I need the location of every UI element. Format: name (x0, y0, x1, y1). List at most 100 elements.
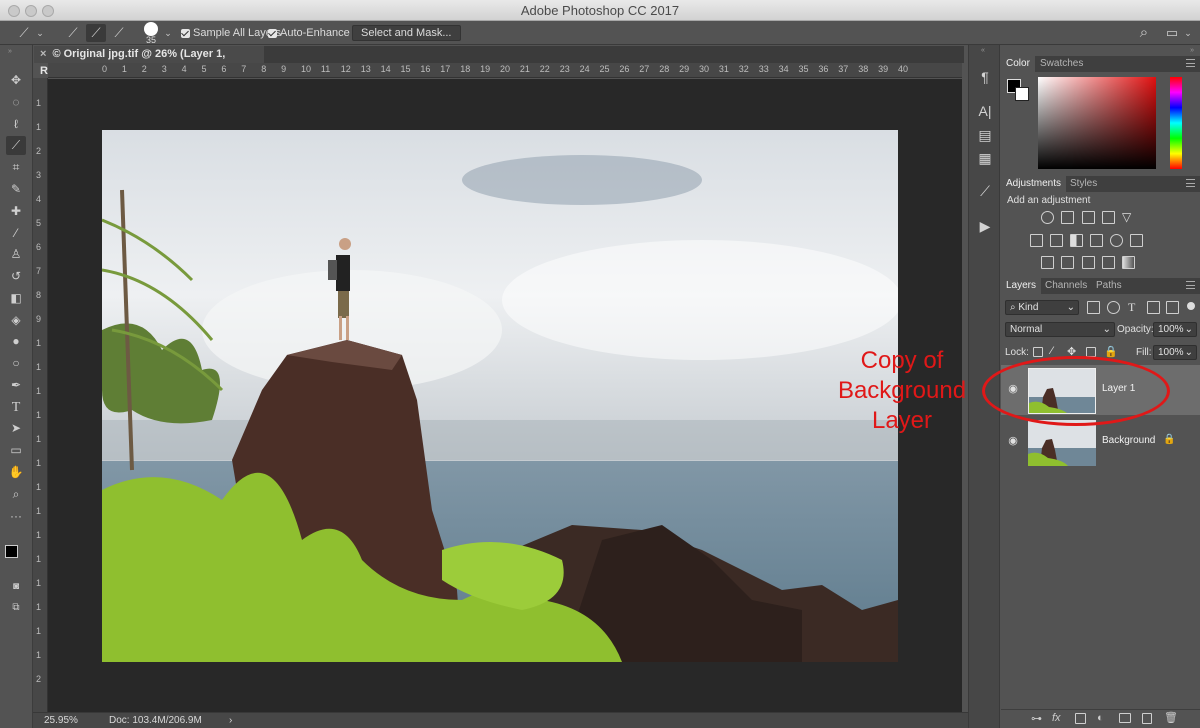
new-adjustment-icon[interactable]: ◐ (1097, 712, 1104, 724)
selective-color-icon[interactable] (1102, 256, 1115, 269)
collapse-panels-icon[interactable]: » (1190, 47, 1194, 54)
move-icon[interactable]: ✥ (6, 71, 26, 90)
paragraph-icon[interactable]: ¶ (975, 67, 995, 87)
lock-all-icon[interactable]: 🔒 (1104, 345, 1118, 358)
channel-mixer-icon[interactable] (1110, 234, 1123, 247)
glyphs-icon[interactable]: ▤ (975, 125, 995, 145)
posterize-icon[interactable] (1061, 256, 1074, 269)
expand-icon[interactable]: « (981, 47, 985, 54)
actions-play-icon[interactable]: ▶ (975, 216, 995, 236)
gradient-map-icon[interactable] (1122, 256, 1135, 269)
bg-color-chip[interactable] (1015, 87, 1029, 101)
chevron-down-icon[interactable]: ⌄ (30, 24, 50, 42)
brightness-adjust-icon[interactable] (1041, 211, 1054, 224)
blur-icon[interactable]: ● (6, 332, 26, 351)
photo-filter-icon[interactable] (1090, 234, 1103, 247)
crop-icon[interactable]: ⌗ (6, 158, 26, 177)
blend-mode-select[interactable]: Normal ⌄ (1005, 322, 1115, 337)
eraser-icon[interactable]: ◧ (6, 289, 26, 308)
filter-shape-icon[interactable] (1147, 301, 1160, 314)
color-lookup-icon[interactable] (1130, 234, 1143, 247)
filter-type-icon[interactable]: T (1128, 300, 1135, 315)
eye-icon[interactable]: ◉ (1007, 435, 1019, 447)
layer-kind-filter[interactable]: ⌕ Kind ⌄ (1005, 300, 1079, 315)
document-tab[interactable]: ×© Original jpg.tif @ 26% (Layer 1, RGB/… (34, 46, 264, 77)
zoom-level[interactable]: 25.95% (44, 715, 78, 726)
invert-icon[interactable] (1041, 256, 1054, 269)
tab-channels[interactable]: Channels (1040, 278, 1092, 294)
search-icon[interactable]: ⌕ (1134, 24, 1154, 42)
foreground-color-swatch[interactable] (5, 545, 18, 558)
ruler-tick-label: 1 (36, 602, 42, 612)
quick-select-icon[interactable]: ⟋ (6, 136, 26, 155)
opacity-field[interactable]: 100% ⌄ (1153, 322, 1197, 337)
fill-field[interactable]: 100% ⌄ (1153, 345, 1197, 360)
history-brush-icon[interactable]: ↺ (6, 267, 26, 286)
stamp-icon[interactable]: ♙ (6, 245, 26, 264)
filter-smart-object-icon[interactable] (1166, 301, 1179, 314)
vibrance-adjust-icon[interactable]: ▽ (1122, 211, 1135, 224)
brush-settings-icon[interactable]: ⟋ (975, 181, 995, 201)
select-and-mask-button[interactable]: Select and Mask... (352, 25, 461, 41)
type-icon[interactable]: T (6, 398, 26, 417)
brush-picker-chevron-icon[interactable]: ⌄ (158, 24, 178, 42)
threshold-icon[interactable] (1082, 256, 1095, 269)
tab-adjustments[interactable]: Adjustments (1001, 176, 1067, 192)
character-icon[interactable]: A| (975, 101, 995, 121)
hue-saturation-icon[interactable] (1030, 234, 1043, 247)
lock-transparent-icon[interactable] (1033, 347, 1043, 357)
tab-layers[interactable]: Layers (1001, 278, 1042, 294)
levels-adjust-icon[interactable] (1061, 211, 1074, 224)
screen-mode-icon[interactable]: ⧉ (6, 598, 26, 617)
more-icon[interactable]: ··· (6, 507, 26, 526)
dodge-icon[interactable]: ○ (6, 354, 26, 373)
hue-slider[interactable] (1170, 77, 1182, 169)
layer-style-icon[interactable]: fx (1052, 712, 1061, 724)
lasso-icon[interactable]: ℓ (6, 115, 26, 134)
new-layer-icon[interactable] (1142, 713, 1152, 724)
rectangle-icon[interactable]: ▭ (6, 441, 26, 460)
color-balance-icon[interactable] (1050, 234, 1063, 247)
lock-pixels-icon[interactable]: ⁄ (1051, 345, 1053, 357)
paint-bucket-icon[interactable]: ◈ (6, 311, 26, 330)
brush-preview-icon[interactable] (144, 22, 158, 36)
sample-all-layers-checkbox[interactable]: Sample All Layers (181, 25, 281, 41)
color-field[interactable] (1038, 77, 1156, 169)
close-tab-icon[interactable]: × (40, 48, 46, 60)
panel-menu-icon[interactable] (1186, 281, 1195, 289)
tab-paths[interactable]: Paths (1091, 278, 1127, 294)
eyedropper-icon[interactable]: ✎ (6, 180, 26, 199)
exposure-adjust-icon[interactable] (1102, 211, 1115, 224)
add-mask-icon[interactable] (1075, 713, 1086, 724)
tab-styles[interactable]: Styles (1065, 176, 1102, 192)
tab-swatches[interactable]: Swatches (1035, 56, 1088, 72)
properties-icon[interactable]: ▦ (975, 148, 995, 168)
panel-menu-icon[interactable] (1186, 59, 1195, 67)
path-select-icon[interactable]: ➤ (6, 419, 26, 438)
filter-toggle-icon[interactable] (1187, 302, 1195, 310)
marquee-icon[interactable]: ◌ (6, 93, 26, 112)
document-image[interactable] (102, 130, 898, 662)
panel-menu-icon[interactable] (1186, 179, 1195, 187)
filter-pixel-icon[interactable] (1087, 301, 1100, 314)
link-layers-icon[interactable]: ⊶ (1031, 712, 1042, 725)
collapse-icon[interactable]: » (8, 48, 12, 55)
curves-adjust-icon[interactable] (1082, 211, 1095, 224)
new-group-icon[interactable] (1119, 713, 1131, 723)
status-menu-arrow-icon[interactable]: › (229, 715, 232, 726)
tab-color[interactable]: Color (1001, 56, 1035, 72)
pen-icon[interactable]: ✒ (6, 376, 26, 395)
hand-icon[interactable]: ✋ (6, 463, 26, 482)
workspace-chevron-icon[interactable]: ⌄ (1178, 24, 1198, 42)
healing-icon[interactable]: ✚ (6, 202, 26, 221)
trash-icon[interactable]: 🗑 (1164, 711, 1178, 724)
auto-enhance-checkbox[interactable]: Auto-Enhance (268, 25, 350, 41)
brush-icon[interactable]: ⁄ (6, 224, 26, 243)
zoom-icon[interactable]: ⌕ (6, 485, 26, 504)
subtract-selection-icon[interactable]: ⟋ (109, 24, 129, 42)
new-selection-icon[interactable]: ⟋ (63, 24, 83, 42)
black-white-icon[interactable] (1070, 234, 1083, 247)
add-to-selection-icon[interactable]: ⟋ (86, 24, 106, 42)
filter-adjustment-icon[interactable] (1107, 301, 1120, 314)
quick-mask-icon[interactable]: ◙ (6, 577, 26, 596)
